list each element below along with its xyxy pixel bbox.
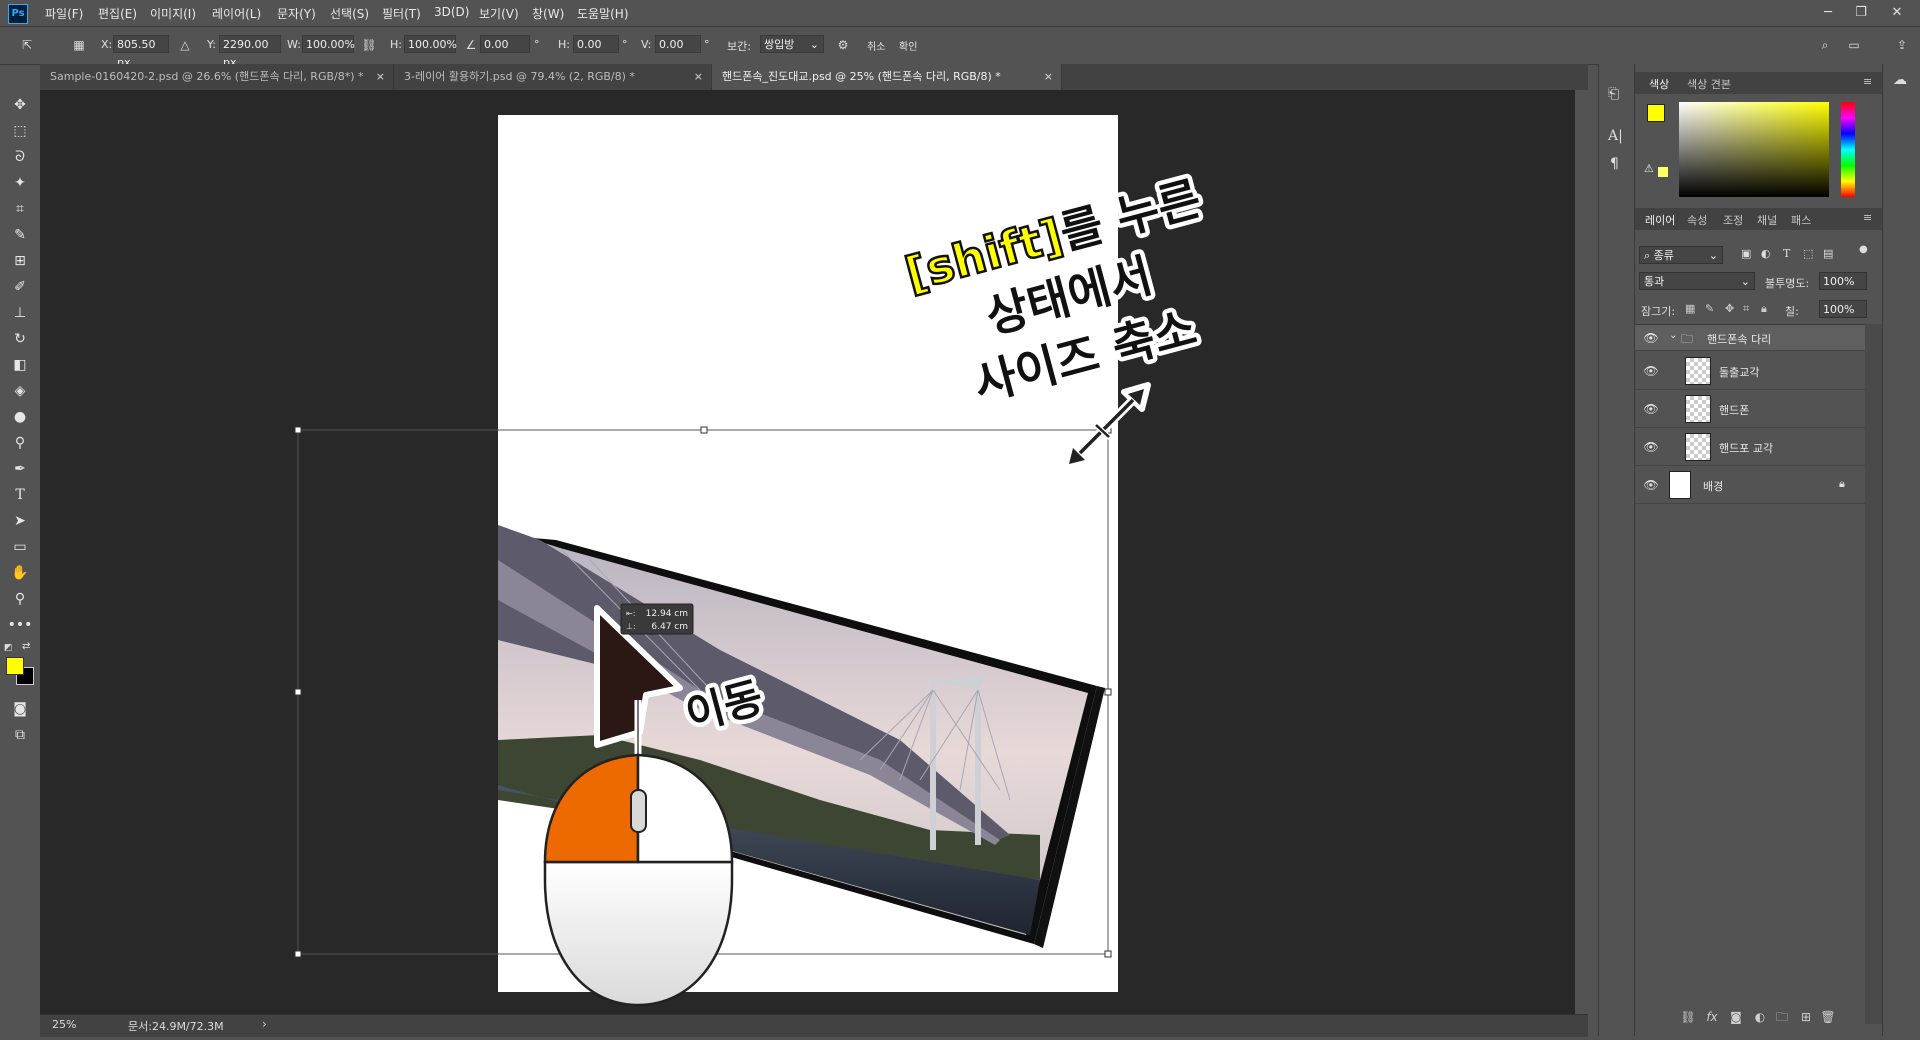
svg-text:⊥:: ⊥: bbox=[626, 622, 636, 631]
lock-icon: 🔒︎ bbox=[1839, 477, 1845, 490]
hue-slider[interactable] bbox=[1841, 102, 1855, 197]
fill-label: 칠: bbox=[1785, 305, 1799, 318]
filter-pixel-icon[interactable]: ▣ bbox=[1741, 247, 1751, 260]
new-layer-icon[interactable]: ⊞ bbox=[1797, 1009, 1815, 1025]
tab-layers[interactable]: 레이어 bbox=[1645, 212, 1675, 228]
lock-all-icon[interactable]: 🔒︎ bbox=[1761, 302, 1767, 316]
layer-group-name: 핸드폰속 다리 bbox=[1707, 333, 1772, 346]
opacity-field[interactable]: 100% bbox=[1819, 272, 1867, 290]
canvas-artwork: ⇤: ⊥: 12.94 cm 6.47 cm 이동 이동 [shift]를 누른… bbox=[294, 166, 1211, 1007]
search-icon: ⌕ bbox=[1644, 249, 1654, 262]
libraries-icon[interactable]: ☁ bbox=[1893, 72, 1907, 88]
measure-width: 12.94 cm bbox=[646, 609, 688, 619]
measure-height: 6.47 cm bbox=[651, 622, 688, 632]
layer-mask-icon[interactable]: ◙ bbox=[1727, 1009, 1745, 1025]
color-fg-swatch[interactable] bbox=[1647, 104, 1665, 122]
new-group-icon[interactable]: 🗀︎ bbox=[1773, 1009, 1791, 1025]
layers-panel-tabs: 레이어 속성 조정 채널 패스 ≡ bbox=[1635, 208, 1883, 230]
restore-button[interactable]: ❐ bbox=[1848, 3, 1874, 23]
filter-toggle-icon[interactable]: ● bbox=[1859, 244, 1868, 255]
layer-thumbnail bbox=[1685, 357, 1711, 385]
gamut-warning-icon[interactable]: ⚠ bbox=[1644, 162, 1654, 175]
layer-row[interactable]: 👁︎ 핸드포 교각 bbox=[1635, 428, 1865, 466]
line1-rest-label: 를 누른 bbox=[1054, 171, 1206, 260]
background-layer-row[interactable]: 👁︎ 배경 🔒︎ bbox=[1635, 466, 1865, 504]
annotation-shift: [shift]를 누른 [shift]를 누른 상태에서 상태에서 사이즈 축소… bbox=[895, 166, 1211, 416]
layer-name: 배경 bbox=[1703, 480, 1724, 493]
filter-shape-icon[interactable]: ⬚ bbox=[1803, 247, 1813, 260]
lock-artboard-icon[interactable]: ⌗ bbox=[1743, 302, 1749, 316]
layer-name: 돌출교각 bbox=[1719, 366, 1760, 379]
opacity-label: 불투명도: bbox=[1765, 277, 1810, 290]
tab-channels[interactable]: 채널 bbox=[1757, 212, 1777, 228]
tab-swatches[interactable]: 색상 견본 bbox=[1687, 76, 1731, 92]
chevron-down-icon: ⌄ bbox=[1740, 275, 1750, 288]
lock-pixels-icon[interactable]: ✎ bbox=[1705, 302, 1714, 315]
filter-adjustment-icon[interactable]: ◐ bbox=[1761, 247, 1771, 260]
layer-filter-select[interactable]: ⌕ 종류 ⌄ bbox=[1639, 246, 1723, 264]
layer-thumbnail bbox=[1669, 471, 1691, 499]
delete-layer-icon[interactable]: 🗑︎ bbox=[1819, 1009, 1837, 1025]
close-button[interactable]: ✕ bbox=[1884, 3, 1910, 23]
adjustment-layer-icon[interactable]: ◐ bbox=[1751, 1009, 1769, 1025]
link-layers-icon[interactable]: ⛓ bbox=[1679, 1009, 1697, 1025]
visibility-eye-icon[interactable]: 👁︎ bbox=[1643, 477, 1659, 493]
visibility-eye-icon[interactable]: 👁︎ bbox=[1643, 330, 1659, 346]
lock-position-icon[interactable]: ✥ bbox=[1725, 302, 1734, 315]
paragraph-panel-icon[interactable]: ¶ bbox=[1610, 156, 1619, 172]
tab-paths[interactable]: 패스 bbox=[1791, 212, 1811, 228]
panel-menu-icon[interactable]: ≡ bbox=[1863, 75, 1872, 88]
share-icon[interactable]: ⇪ bbox=[1893, 36, 1911, 54]
history-panel-icon[interactable]: ⎗ bbox=[1608, 86, 1619, 102]
filter-type-icon[interactable]: T bbox=[1783, 247, 1790, 260]
layer-style-icon[interactable]: fx bbox=[1703, 1009, 1721, 1025]
tab-adjustments[interactable]: 조정 bbox=[1723, 212, 1743, 228]
zoom-level[interactable]: 25% bbox=[52, 1018, 76, 1031]
filter-label: 종류 bbox=[1653, 249, 1674, 262]
tab-properties[interactable]: 속성 bbox=[1687, 212, 1707, 228]
panel-menu-icon[interactable]: ≡ bbox=[1863, 211, 1872, 224]
color-panel-tabs: 색상 색상 견본 ≡ bbox=[1635, 72, 1883, 94]
chevron-down-icon[interactable]: ⌄ bbox=[1669, 330, 1677, 341]
fill-field[interactable]: 100% bbox=[1819, 300, 1867, 318]
panel-column: 색상 색상 견본 ≡ ⚠ 레이어 속성 조정 채널 패스 ≡ ⌕ 종류 ⌄ ▣ … bbox=[1634, 64, 1883, 1036]
blend-mode-select[interactable]: 통과 ⌄ bbox=[1639, 272, 1755, 290]
chevron-right-icon[interactable]: › bbox=[262, 1017, 267, 1031]
libraries-strip: ☁ bbox=[1882, 64, 1920, 1036]
layer-name: 핸드폰 bbox=[1719, 404, 1750, 417]
visibility-eye-icon[interactable]: 👁︎ bbox=[1643, 439, 1659, 455]
filter-smart-object-icon[interactable]: ▤ bbox=[1823, 247, 1833, 260]
layer-thumbnail bbox=[1685, 395, 1711, 423]
blend-mode-value: 통과 bbox=[1644, 275, 1665, 288]
layer-group-row[interactable]: 👁︎ ⌄ 🗀︎ 핸드폰속 다리 bbox=[1635, 325, 1865, 351]
tab-color[interactable]: 색상 bbox=[1649, 76, 1669, 92]
folder-icon: 🗀︎ bbox=[1681, 332, 1694, 346]
document-size: 문서:24.9M/72.3M bbox=[128, 1020, 224, 1033]
minimize-button[interactable]: ─ bbox=[1815, 3, 1841, 23]
visibility-eye-icon[interactable]: 👁︎ bbox=[1643, 363, 1659, 379]
layer-row[interactable]: 👁︎ 돌출교각 bbox=[1635, 352, 1865, 390]
layer-thumbnail bbox=[1685, 433, 1711, 461]
layer-row[interactable]: 👁︎ 핸드폰 bbox=[1635, 390, 1865, 428]
character-panel-icon[interactable]: A| bbox=[1608, 128, 1623, 144]
resize-arrow-icon bbox=[1063, 382, 1151, 470]
gamut-swatch[interactable] bbox=[1658, 167, 1668, 177]
color-field[interactable] bbox=[1679, 102, 1829, 197]
layers-scrollbar[interactable] bbox=[1865, 324, 1883, 1024]
measurement-tooltip: ⇤: ⊥: 12.94 cm 6.47 cm bbox=[620, 603, 694, 635]
workspace-icon[interactable]: ▭ bbox=[1845, 36, 1863, 54]
svg-text:⇤:: ⇤: bbox=[626, 609, 635, 618]
lock-label: 잠그기: bbox=[1641, 305, 1676, 318]
search-icon[interactable]: ⌕ bbox=[1816, 36, 1834, 54]
collapsed-panels-strip: ⎗ A| ¶ bbox=[1598, 64, 1635, 1036]
lock-transparency-icon[interactable]: ▦ bbox=[1685, 302, 1695, 315]
layer-name: 핸드포 교각 bbox=[1719, 442, 1774, 455]
status-bar: 25% 문서:24.9M/72.3M › bbox=[40, 1014, 1588, 1037]
visibility-eye-icon[interactable]: 👁︎ bbox=[1643, 401, 1659, 417]
chevron-down-icon: ⌄ bbox=[1708, 249, 1718, 262]
layer-list: 👁︎ ⌄ 🗀︎ 핸드폰속 다리 👁︎ 돌출교각 👁︎ 핸드폰 👁︎ 핸드포 교각… bbox=[1635, 324, 1865, 1025]
mouse-illustration bbox=[543, 753, 734, 1007]
